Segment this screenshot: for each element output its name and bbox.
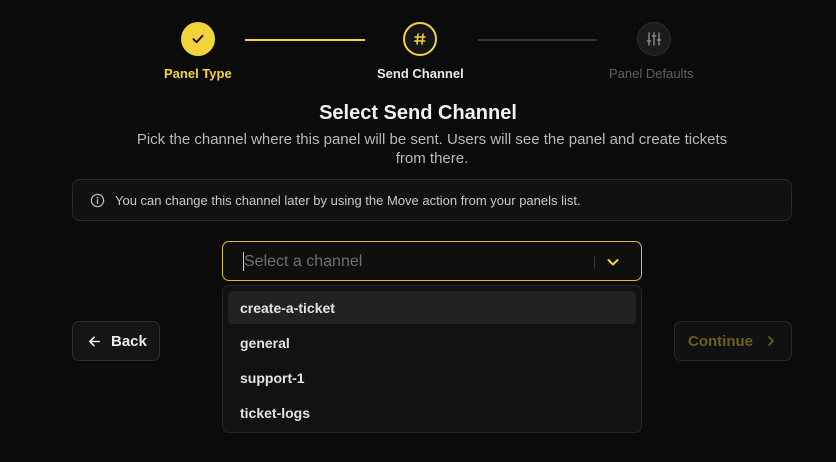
step-send-channel-indicator[interactable]	[403, 22, 437, 56]
channel-option-ticket-logs[interactable]: ticket-logs	[228, 396, 636, 429]
continue-button[interactable]: Continue	[674, 321, 792, 361]
step-panel-type-indicator[interactable]	[181, 22, 215, 56]
info-callout: You can change this channel later by usi…	[72, 179, 792, 221]
back-button-label: Back	[111, 332, 147, 350]
continue-button-label: Continue	[688, 332, 753, 350]
back-button[interactable]: Back	[72, 321, 160, 361]
step-panel-defaults-indicator	[637, 22, 671, 56]
channel-dropdown-menu: create-a-ticket general support-1 ticket…	[222, 285, 642, 433]
sliders-icon	[646, 32, 662, 46]
hash-icon	[413, 33, 426, 45]
step-label-send-channel: Send Channel	[377, 66, 464, 81]
info-icon	[90, 193, 105, 207]
info-text: You can change this channel later by usi…	[115, 192, 581, 208]
stepper: Panel Type Send Channel Panel Defaults	[0, 0, 836, 90]
channel-option-create-a-ticket[interactable]: create-a-ticket	[228, 291, 636, 324]
page-description: Pick the channel where this panel will b…	[136, 131, 728, 167]
page-title: Select Send Channel	[319, 102, 517, 124]
step-label-panel-defaults: Panel Defaults	[609, 66, 694, 81]
chevron-right-icon	[768, 336, 774, 346]
arrow-left-icon	[89, 335, 100, 347]
step-connector-2	[478, 39, 597, 41]
channel-select[interactable]: Select a channel	[222, 241, 642, 281]
select-divider	[594, 256, 595, 268]
channel-option-support-1[interactable]: support-1	[228, 361, 636, 394]
chevron-down-icon[interactable]	[605, 254, 621, 275]
channel-option-general[interactable]: general	[228, 326, 636, 359]
channel-select-placeholder[interactable]: Select a channel	[244, 253, 362, 271]
step-connector-1	[245, 39, 365, 41]
step-label-panel-type: Panel Type	[164, 66, 232, 81]
check-icon	[192, 34, 204, 44]
